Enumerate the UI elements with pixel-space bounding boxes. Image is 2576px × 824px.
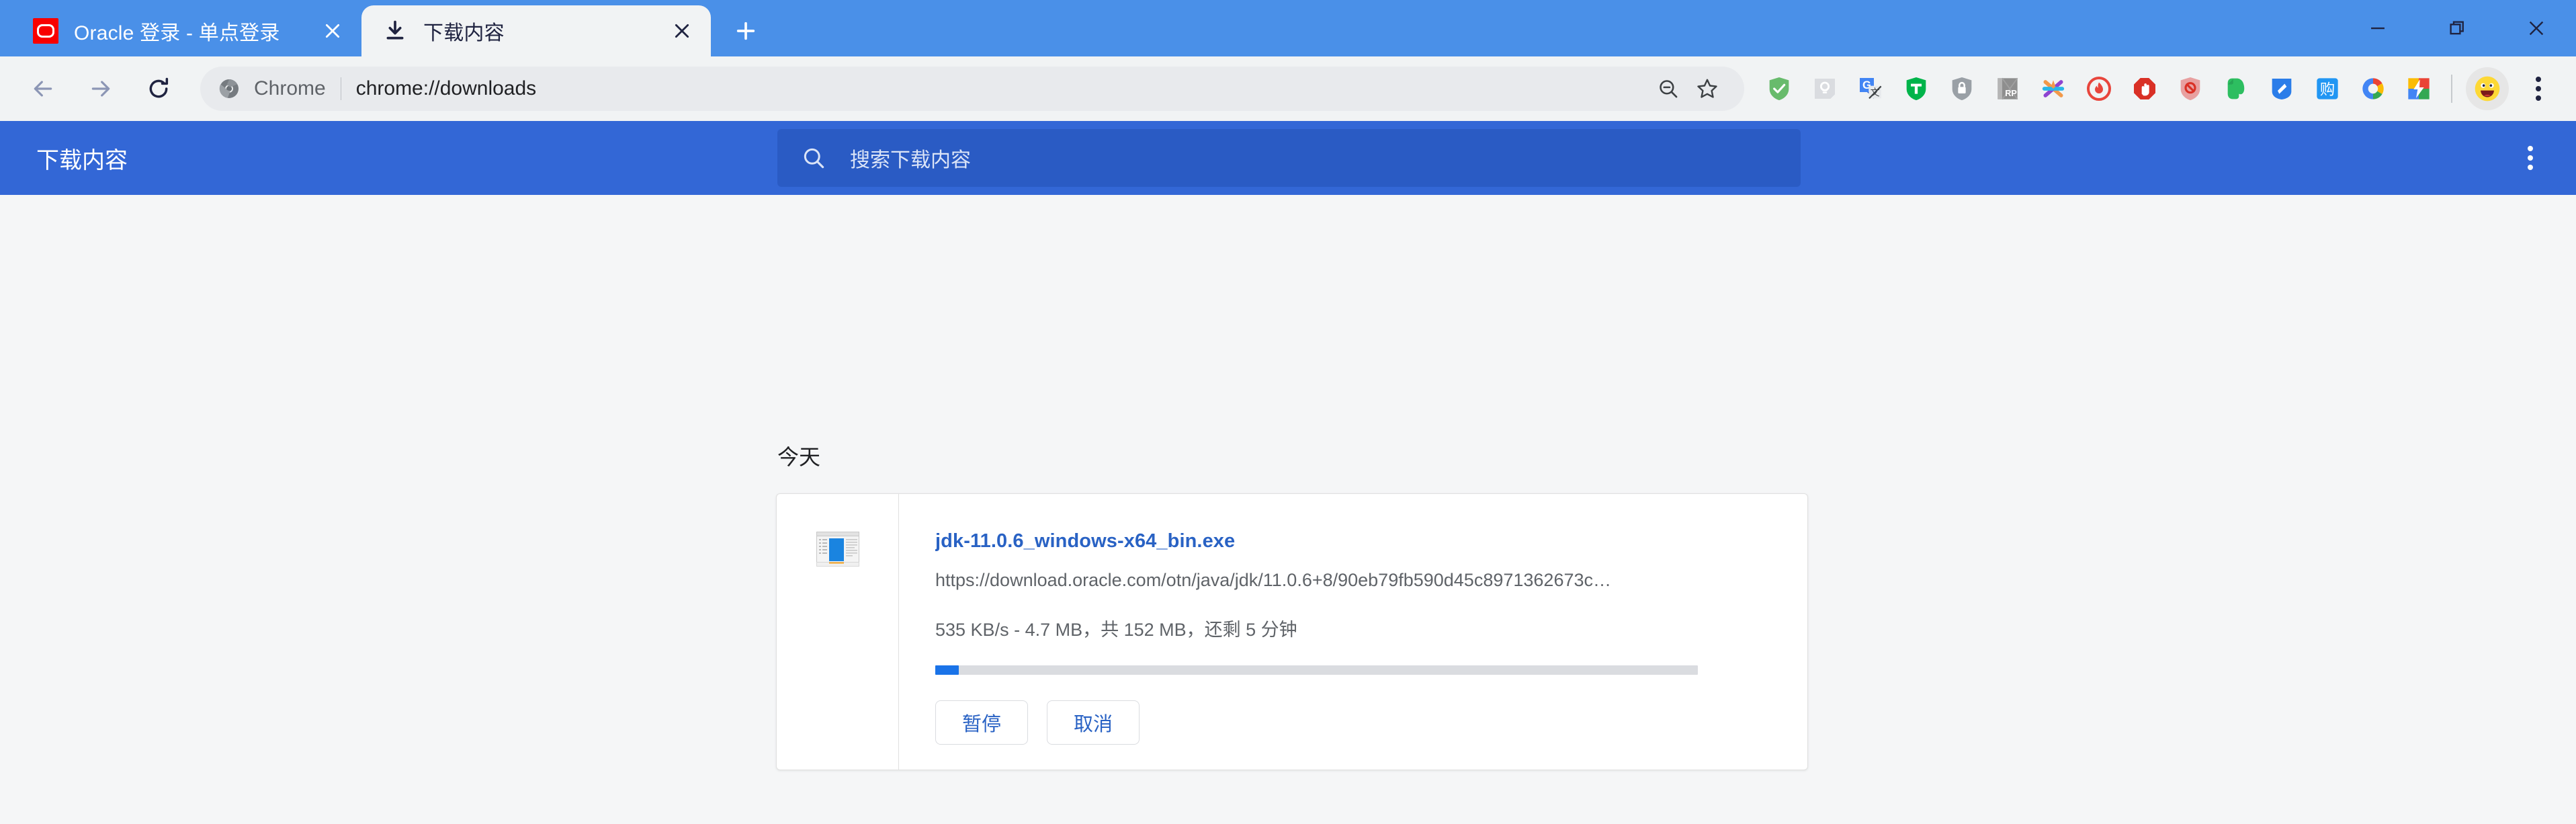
notes-extension-icon[interactable] xyxy=(1802,66,1848,112)
flame-blocker-extension-icon[interactable] xyxy=(2076,66,2122,112)
svg-text:购: 购 xyxy=(2320,81,2335,98)
tab-close-icon[interactable] xyxy=(667,15,697,46)
speed-extension-icon[interactable] xyxy=(2396,66,2442,112)
downloads-more-button[interactable] xyxy=(2509,136,2552,179)
downloads-page: 今天 jdk-11.0.6_windows-x64_bin.exe https:… xyxy=(0,195,2576,824)
menu-dot xyxy=(2528,165,2533,170)
chrome-menu-button[interactable] xyxy=(2516,66,2561,112)
search-downloads-input[interactable]: 搜索下载内容 xyxy=(777,129,1801,187)
back-button[interactable] xyxy=(17,63,69,114)
evernote-extension-icon[interactable] xyxy=(2213,66,2259,112)
file-name-link[interactable]: jdk-11.0.6_windows-x64_bin.exe xyxy=(935,530,1780,552)
window-controls xyxy=(2338,0,2576,56)
close-icon[interactable] xyxy=(2497,0,2576,56)
chrome-logo-icon xyxy=(218,77,241,100)
tab-downloads[interactable]: 下载内容 xyxy=(361,5,711,56)
address-bar[interactable]: Chrome chrome://downloads xyxy=(200,67,1744,111)
tab-strip: Oracle 登录 - 单点登录 下载内容 xyxy=(0,0,2576,56)
maximize-icon[interactable] xyxy=(2417,0,2497,56)
file-source-url: https://download.oracle.com/otn/java/jdk… xyxy=(935,570,1611,590)
avatar[interactable] xyxy=(2466,67,2509,110)
page-title: 下载内容 xyxy=(36,147,128,173)
reload-button[interactable] xyxy=(133,63,184,114)
omnibox-scheme-chip: Chrome xyxy=(254,77,326,99)
tab-close-icon[interactable] xyxy=(317,15,348,46)
oracle-favicon xyxy=(32,17,59,44)
file-icon-cell xyxy=(777,494,899,770)
blue-tag-extension-icon[interactable] xyxy=(2259,66,2305,112)
adguard-extension-icon[interactable] xyxy=(1756,66,1802,112)
downloads-header: 下载内容 搜索下载内容 xyxy=(0,121,2576,195)
tab-title: Oracle 登录 - 单点登录 xyxy=(74,22,280,44)
date-group-heading: 今天 xyxy=(777,445,821,469)
shield-block-extension-icon[interactable] xyxy=(2167,66,2213,112)
star-multicolor-extension-icon[interactable] xyxy=(2030,66,2076,112)
menu-dot xyxy=(2536,95,2541,101)
tab-title: 下载内容 xyxy=(423,22,505,44)
rp-reader-extension-icon[interactable]: RP xyxy=(1985,66,2030,112)
tampermonkey-extension-icon[interactable] xyxy=(1893,66,1939,112)
omnibox-actions xyxy=(1649,69,1727,108)
download-progress-bar xyxy=(935,665,1698,675)
shopping-extension-icon[interactable]: 购 xyxy=(2305,66,2350,112)
minimize-icon[interactable] xyxy=(2338,0,2417,56)
menu-dot xyxy=(2536,86,2541,91)
zoom-out-icon[interactable] xyxy=(1649,69,1688,108)
new-tab-button[interactable] xyxy=(726,11,766,51)
download-item-body: jdk-11.0.6_windows-x64_bin.exe https://d… xyxy=(899,494,1807,770)
menu-dot xyxy=(2528,146,2533,151)
pause-button[interactable]: 暂停 xyxy=(935,700,1028,745)
omnibox-url-text[interactable]: chrome://downloads xyxy=(356,77,1641,100)
tab-oracle-login[interactable]: Oracle 登录 - 单点登录 xyxy=(12,5,361,56)
svg-text:RP: RP xyxy=(2005,89,2017,98)
cancel-button[interactable]: 取消 xyxy=(1047,700,1140,745)
privacy-lock-extension-icon[interactable] xyxy=(1939,66,1985,112)
menu-dot xyxy=(2528,155,2533,161)
star-icon[interactable] xyxy=(1688,69,1727,108)
google-ring-extension-icon[interactable] xyxy=(2350,66,2396,112)
toolbar-divider xyxy=(2451,75,2452,103)
search-placeholder: 搜索下载内容 xyxy=(850,149,971,171)
browser-toolbar: Chrome chrome://downloads G RP 购 xyxy=(0,56,2576,121)
download-action-buttons: 暂停 取消 xyxy=(935,700,1780,745)
download-progress-fill xyxy=(935,665,959,675)
search-icon xyxy=(800,145,827,171)
download-favicon xyxy=(382,17,409,44)
adblock-stop-extension-icon[interactable] xyxy=(2122,66,2167,112)
extension-icons: G 文 RP xyxy=(1756,66,2442,112)
google-translate-extension-icon[interactable]: G 文 xyxy=(1848,66,1893,112)
forward-button[interactable] xyxy=(75,63,126,114)
exe-installer-icon xyxy=(816,532,859,567)
download-status-text: 535 KB/s - 4.7 MB，共 152 MB，还剩 5 分钟 xyxy=(935,620,1297,640)
download-item-card: jdk-11.0.6_windows-x64_bin.exe https://d… xyxy=(776,493,1808,770)
menu-dot xyxy=(2536,77,2541,82)
